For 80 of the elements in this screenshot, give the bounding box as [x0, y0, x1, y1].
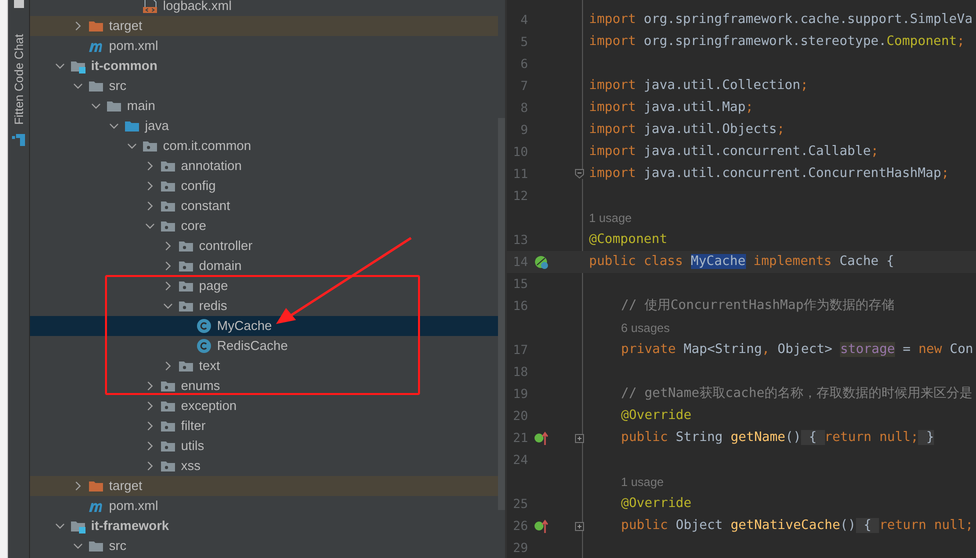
tree-item[interactable]: enums [30, 376, 498, 396]
line-number: 4 [519, 10, 528, 29]
code-line: import org.springframework.cache.support.SimpleVa [588, 11, 973, 30]
tree-item[interactable]: config [30, 176, 498, 196]
tree-item[interactable]: annotation [30, 156, 498, 176]
bean-icon [534, 254, 549, 270]
line-number: 24 [512, 450, 528, 469]
code-line: @Override [620, 407, 692, 426]
tree-item[interactable]: target [30, 16, 498, 36]
tree-item[interactable]: page [30, 276, 498, 296]
fold-expand-icon [574, 434, 584, 442]
usage-hint[interactable]: 1 usage [589, 209, 632, 227]
usage-hint[interactable]: 1 usage [621, 473, 664, 491]
tree-item[interactable]: logback.xml [30, 0, 498, 16]
tree-item[interactable]: com.it.common [30, 136, 498, 156]
line-number: 16 [512, 296, 528, 315]
line-number: 25 [512, 494, 528, 513]
fold-end-icon [574, 169, 584, 179]
code-line: @Component [588, 231, 668, 250]
line-number: 5 [519, 32, 528, 51]
code-line: import java.util.Objects; [588, 121, 785, 140]
line-number: 7 [519, 76, 528, 95]
tool-window-tab[interactable]: Fitten Code Chat [8, 34, 30, 125]
override-icon [534, 518, 549, 534]
tree-item[interactable]: pom.xml [30, 36, 498, 56]
line-number: 10 [512, 142, 528, 161]
tree-item[interactable]: src [30, 536, 498, 556]
line-number: 21 [512, 428, 528, 447]
tree-item[interactable]: RedisCache [30, 336, 498, 356]
line-number: 18 [512, 362, 528, 381]
tree-item[interactable]: it-common [30, 56, 498, 76]
line-number: 29 [512, 538, 528, 557]
fold-expand-icon [574, 522, 584, 530]
line-number: 11 [512, 164, 528, 183]
line-number: 15 [512, 274, 528, 293]
code-line: import java.util.Map; [588, 99, 754, 118]
code-line: import java.util.concurrent.ConcurrentHashMap; [588, 165, 950, 184]
line-number: 20 [512, 406, 528, 425]
class-icon [196, 338, 212, 354]
scrollbar-thumb[interactable] [498, 118, 505, 510]
line-number: 9 [519, 120, 528, 139]
tree-item[interactable]: xss [30, 456, 498, 476]
tree-item[interactable]: main [30, 96, 498, 116]
tool-window-icon[interactable] [14, 0, 24, 8]
code-line: public String getName() { return null; } [620, 429, 934, 448]
chat-logo-icon [10, 132, 26, 147]
tree-item[interactable]: target [30, 476, 498, 496]
code-line: import java.util.Collection; [588, 77, 808, 96]
tree-item[interactable]: constant [30, 196, 498, 216]
tree-item[interactable]: text [30, 356, 498, 376]
code-line: public class MyCache implements Cache { [588, 253, 894, 272]
line-number: 17 [512, 340, 528, 359]
line-number: 6 [519, 54, 528, 73]
code-line: public Object getNativeCache() { return null; [620, 517, 974, 536]
tree-item[interactable]: pom.xml [30, 496, 498, 516]
usage-hint[interactable]: 6 usages [621, 319, 670, 337]
line-number: 13 [512, 230, 528, 249]
tree-item[interactable]: it-framework [30, 516, 498, 536]
class-icon [196, 318, 212, 334]
tree-item[interactable]: utils [30, 436, 498, 456]
code-line: import org.springframework.stereotype.Component; [588, 33, 965, 52]
tree-item[interactable]: controller [30, 236, 498, 256]
tree-item[interactable]: core [30, 216, 498, 236]
line-number: 8 [519, 98, 528, 117]
code-line: private Map<String, Object> storage = new Con [620, 341, 974, 360]
line-number: 19 [512, 384, 528, 403]
tree-item[interactable]: src [30, 76, 498, 96]
tree-item[interactable]: java [30, 116, 498, 136]
code-line: // 使用ConcurrentHashMap作为数据的存储 [620, 297, 895, 316]
tree-item[interactable]: exception [30, 396, 498, 416]
tree-item[interactable]: redis [30, 296, 498, 316]
override-icon [534, 430, 549, 446]
tree-item[interactable]: MyCache [30, 316, 498, 336]
tree-item[interactable]: filter [30, 416, 498, 436]
code-line: import java.util.concurrent.Callable; [588, 143, 879, 162]
line-number: 12 [512, 186, 528, 205]
code-line: @Override [620, 495, 692, 514]
line-number: 26 [512, 516, 528, 535]
code-line: // getName获取cache的名称，存取数据的时候用来区分是 [620, 385, 972, 404]
tree-item[interactable]: domain [30, 256, 498, 276]
